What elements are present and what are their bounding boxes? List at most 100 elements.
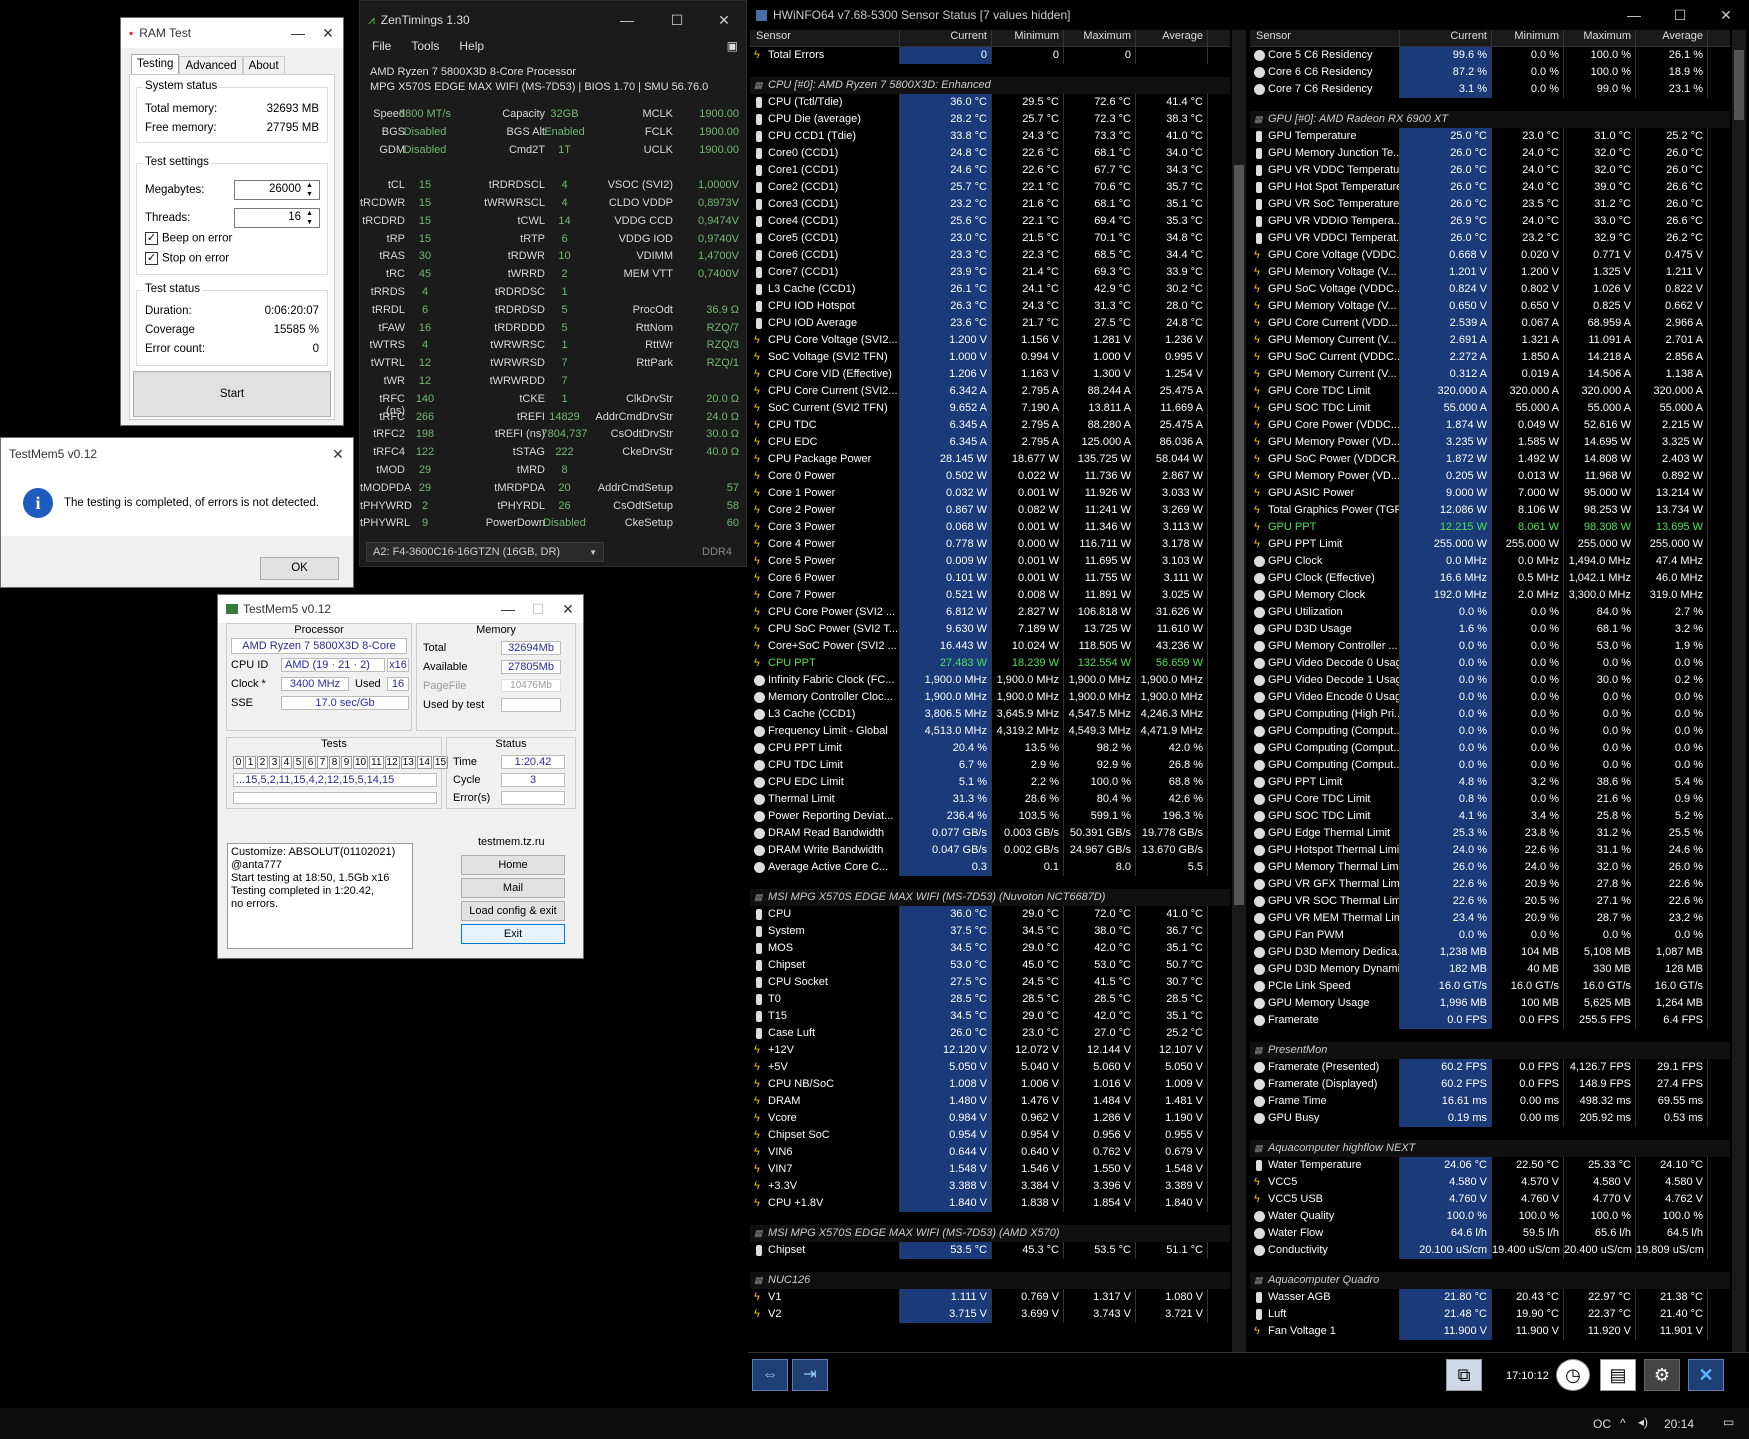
scrollbar-right[interactable] [1732, 30, 1746, 1352]
sensor-row[interactable]: ϟ GPU Memory Current (V... 0.312 A 0.019 A1… [1250, 366, 1730, 383]
arrows-collapse-icon[interactable]: ⇥ [792, 1359, 828, 1391]
sensor-row[interactable]: ϟ Chipset SoC 0.954 V 0.954 V 0.956 V 0.955 V [750, 1127, 1230, 1144]
sensor-row[interactable]: GPU VR VDDC Temperature 26.0 °C 24.0 °C 32.… [1250, 162, 1730, 179]
sensor-row[interactable]: Core0 (CCD1) 24.8 °C 22.6 °C 68.1 °C 34.0 °C [750, 145, 1230, 162]
sensor-row[interactable]: ϟ CPU PPT 27.483 W 18.239 W 132.554 W 56.659 … [750, 655, 1230, 672]
sensor-row[interactable]: Water Flow 64.6 l/h 59.5 l/h 65.6 l/h 64.5 l… [1250, 1225, 1730, 1242]
minimize-icon[interactable]: — [602, 12, 652, 28]
sensor-row[interactable]: ϟ CPU Core Power (SVI2 ... 6.812 W 2.827 W1… [750, 604, 1230, 621]
sensor-row[interactable] [750, 876, 1230, 889]
sensor-row[interactable]: DRAM Write Bandwidth 0.047 GB/s 0.002 GB/s… [750, 842, 1230, 859]
sensor-row[interactable]: Core5 (CCD1) 23.0 °C 21.5 °C 70.1 °C 34.8 °C [750, 230, 1230, 247]
sensor-row[interactable]: ϟ Core 4 Power 0.778 W 0.000 W 116.711 W 3.17… [750, 536, 1230, 553]
menu-file[interactable]: File [372, 39, 391, 59]
sensor-row[interactable]: CPU EDC Limit 5.1 % 2.2 % 100.0 % 68.8 % [750, 774, 1230, 791]
sensor-row[interactable]: Core 7 C6 Residency 3.1 % 0.0 % 99.0 % 23.1 … [1250, 81, 1730, 98]
camera-icon[interactable]: ▣ [727, 39, 738, 59]
close-icon[interactable]: ✕ [702, 12, 746, 29]
ok-button[interactable]: OK [260, 557, 339, 580]
sensor-row[interactable]: GPU Memory Usage 1,996 MB 100 MB 5,625 MB 1,… [1250, 995, 1730, 1012]
sensor-row[interactable]: ϟ VCC5 4.580 V 4.570 V 4.580 V 4.580 V [1250, 1174, 1730, 1191]
exit-button[interactable]: Exit [461, 924, 565, 944]
sensor-row[interactable]: CPU PPT Limit 20.4 % 13.5 % 98.2 % 42.0 % [750, 740, 1230, 757]
sensor-row[interactable]: CPU IOD Hotspot 26.3 °C 24.3 °C 31.3 °C 28.0… [750, 298, 1230, 315]
column-header-minimum[interactable]: Minimum [992, 30, 1064, 46]
minimize-icon[interactable]: — [493, 601, 523, 617]
sensor-row[interactable]: ϟ GPU Core Current (VDD... 2.539 A 0.067 A6… [1250, 315, 1730, 332]
sensor-row[interactable]: GPU VR VDDCI Temperat... 26.0 °C 23.2 °C 32… [1250, 230, 1730, 247]
sensor-row[interactable]: CPU (Tctl/Tdie) 36.0 °C 29.5 °C 72.6 °C 41.4… [750, 94, 1230, 111]
close-icon[interactable]: ✕ [1703, 7, 1749, 24]
load-config-button[interactable]: Load config & exit [461, 901, 565, 921]
sensor-group-header[interactable]: ▦ MSI MPG X570S EDGE MAX WIFI (MS-7D53) (… [750, 1225, 1230, 1242]
sensor-row[interactable]: GPU Fan PWM 0.0 % 0.0 % 0.0 % 0.0 % [1250, 927, 1730, 944]
sensor-row[interactable]: CPU Socket 27.5 °C 24.5 °C 41.5 °C 30.7 °C [750, 974, 1230, 991]
sensor-group-header[interactable]: ▦ MSI MPG X570S EDGE MAX WIFI (MS-7D53) (… [750, 889, 1230, 906]
sensor-row[interactable] [750, 1259, 1230, 1272]
log-file-icon[interactable]: ▤ [1600, 1359, 1636, 1391]
sensor-row[interactable]: Core1 (CCD1) 24.6 °C 22.6 °C 67.7 °C 34.3 °C [750, 162, 1230, 179]
sensor-row[interactable]: ϟ V2 3.715 V 3.699 V 3.743 V 3.721 V [750, 1306, 1230, 1323]
stop-checkbox[interactable]: ✓ Stop on error [145, 252, 229, 265]
sensor-row[interactable]: ϟ CPU Core Voltage (SVI2... 1.200 V 1.156 V… [750, 332, 1230, 349]
volume-icon[interactable]: ◂) [1638, 1415, 1648, 1429]
sensor-row[interactable]: ϟ GPU PPT Limit 255.000 W 255.000 W 255.000 … [1250, 536, 1730, 553]
taskbar-clock[interactable]: 20:14 [1664, 1417, 1694, 1431]
scrollbar-left[interactable] [1232, 30, 1246, 1352]
sensor-row[interactable]: Framerate (Displayed) 60.2 FPS 0.0 FPS 148.… [1250, 1076, 1730, 1093]
sensor-pane-left[interactable]: Sensor Current Minimum Maximum Average ϟ Total… [750, 30, 1230, 1352]
sensor-row[interactable]: GPU Temperature 25.0 °C 23.0 °C 31.0 °C 25.2… [1250, 128, 1730, 145]
sensor-row[interactable]: GPU D3D Usage 1.6 % 0.0 % 68.1 % 3.2 % [1250, 621, 1730, 638]
sensor-row[interactable]: GPU PPT Limit 4.8 % 3.2 % 38.6 % 5.4 % [1250, 774, 1730, 791]
start-button[interactable]: Start [133, 371, 331, 417]
column-header-minimum[interactable]: Minimum [1492, 30, 1564, 46]
sensor-row[interactable]: Core 5 C6 Residency 99.6 % 0.0 % 100.0 % 26.… [1250, 47, 1730, 64]
sensor-row[interactable]: L3 Cache (CCD1) 3,806.5 MHz 3,645.9 MHz 4,5… [750, 706, 1230, 723]
sensor-row[interactable]: ϟ CPU NB/SoC 1.008 V 1.006 V 1.016 V 1.009 V [750, 1076, 1230, 1093]
sensor-row[interactable]: ϟ SoC Current (SVI2 TFN) 9.652 A 7.190 A 13.… [750, 400, 1230, 417]
sensor-row[interactable]: GPU VR GFX Thermal Limit 22.6 % 20.9 % 27.8… [1250, 876, 1730, 893]
sensor-row[interactable]: ϟ Core 5 Power 0.009 W 0.001 W 11.695 W 3.103… [750, 553, 1230, 570]
maximize-icon[interactable]: ☐ [1657, 7, 1703, 24]
dimm-select[interactable]: A2: F4-3600C16-16GTZN (16GB, DR) ▼ [366, 542, 604, 562]
sensor-row[interactable]: CPU 36.0 °C 29.0 °C 72.0 °C 41.0 °C [750, 906, 1230, 923]
sensor-row[interactable]: GPU SOC TDC Limit 4.1 % 3.4 % 25.8 % 5.2 % [1250, 808, 1730, 825]
sensor-row[interactable]: GPU Memory Thermal Limit 26.0 % 24.0 % 32.0… [1250, 859, 1730, 876]
sensor-row[interactable]: ϟ VIN7 1.548 V 1.546 V 1.550 V 1.548 V [750, 1161, 1230, 1178]
sensor-row[interactable]: GPU Memory Controller ... 0.0 % 0.0 % 53.0 … [1250, 638, 1730, 655]
stopwatch-icon[interactable]: ◷ [1556, 1359, 1590, 1391]
sensor-row[interactable]: ϟ +12V 12.120 V 12.072 V 12.144 V 12.107 V [750, 1042, 1230, 1059]
sensor-row[interactable]: Average Active Core C... 0.3 0.1 8.0 5.5 [750, 859, 1230, 876]
tray-chevron-icon[interactable]: ^ [1620, 1416, 1626, 1430]
sensor-row[interactable]: ϟ GPU Memory Power (VD... 0.205 W 0.013 W 11… [1250, 468, 1730, 485]
column-header-current[interactable]: Current [900, 30, 992, 46]
beep-checkbox[interactable]: ✓ Beep on error [145, 232, 232, 245]
sensor-row[interactable]: ϟ GPU SOC TDC Limit 55.000 A 55.000 A 55.000… [1250, 400, 1730, 417]
sensor-row[interactable]: GPU Computing (Comput... 0.0 % 0.0 % 0.0 % 0… [1250, 740, 1730, 757]
sensor-row[interactable]: Water Quality 100.0 % 100.0 % 100.0 % 100.0 … [1250, 1208, 1730, 1225]
sensor-row[interactable]: GPU Hot Spot Temperature 26.0 °C 24.0 °C 39… [1250, 179, 1730, 196]
sensor-row[interactable]: ϟ Core 7 Power 0.521 W 0.008 W 11.891 W 3.025… [750, 587, 1230, 604]
tab-testing[interactable]: Testing [131, 54, 180, 76]
sensor-row[interactable]: CPU TDC Limit 6.7 % 2.9 % 92.9 % 26.8 % [750, 757, 1230, 774]
sensor-row[interactable]: ϟ CPU Core VID (Effective) 1.206 V 1.163 V1… [750, 366, 1230, 383]
sensor-row[interactable]: ϟ VCC5 USB 4.760 V 4.760 V 4.770 V 4.762 V [1250, 1191, 1730, 1208]
scrollbar-right-thumb[interactable] [1734, 50, 1744, 120]
sensor-row[interactable]: ϟ V1 1.111 V 0.769 V 1.317 V 1.080 V [750, 1289, 1230, 1306]
sensor-header[interactable]: Sensor Current Minimum Maximum Average [750, 30, 1230, 47]
sensor-row[interactable]: Framerate (Presented) 60.2 FPS 0.0 FPS 4,12… [1250, 1059, 1730, 1076]
sensor-row[interactable]: Conductivity 20.100 uS/cm 19.400 uS/cm 20.4… [1250, 1242, 1730, 1259]
sensor-row[interactable]: MOS 34.5 °C 29.0 °C 42.0 °C 35.1 °C [750, 940, 1230, 957]
sensor-row[interactable]: CPU CCD1 (Tdie) 33.8 °C 24.3 °C 73.3 °C 41.0… [750, 128, 1230, 145]
sensor-row[interactable]: L3 Cache (CCD1) 26.1 °C 24.1 °C 42.9 °C 30.2… [750, 281, 1230, 298]
sensor-row[interactable]: GPU Computing (High Pri... 0.0 % 0.0 % 0.0 … [1250, 706, 1730, 723]
sensor-row[interactable]: ϟ GPU Core Power (VDDC... 1.874 W 0.049 W 52… [1250, 417, 1730, 434]
sensor-row[interactable]: ϟ GPU Memory Voltage (V... 1.201 V 1.200 V1… [1250, 264, 1730, 281]
sensor-row[interactable]: ϟ GPU Memory Current (V... 2.691 A 1.321 A1… [1250, 332, 1730, 349]
sensor-row[interactable]: ϟ Core 1 Power 0.032 W 0.001 W 11.926 W 3.033… [750, 485, 1230, 502]
sensor-row[interactable]: ϟ Core 6 Power 0.101 W 0.001 W 11.755 W 3.111… [750, 570, 1230, 587]
sensor-row[interactable]: ϟ +3.3V 3.388 V 3.384 V 3.396 V 3.389 V [750, 1178, 1230, 1195]
sensor-row[interactable]: ϟ VIN6 0.644 V 0.640 V 0.762 V 0.679 V [750, 1144, 1230, 1161]
sensor-header[interactable]: Sensor Current Minimum Maximum Average [1250, 30, 1730, 47]
sensor-row[interactable] [750, 64, 1230, 77]
